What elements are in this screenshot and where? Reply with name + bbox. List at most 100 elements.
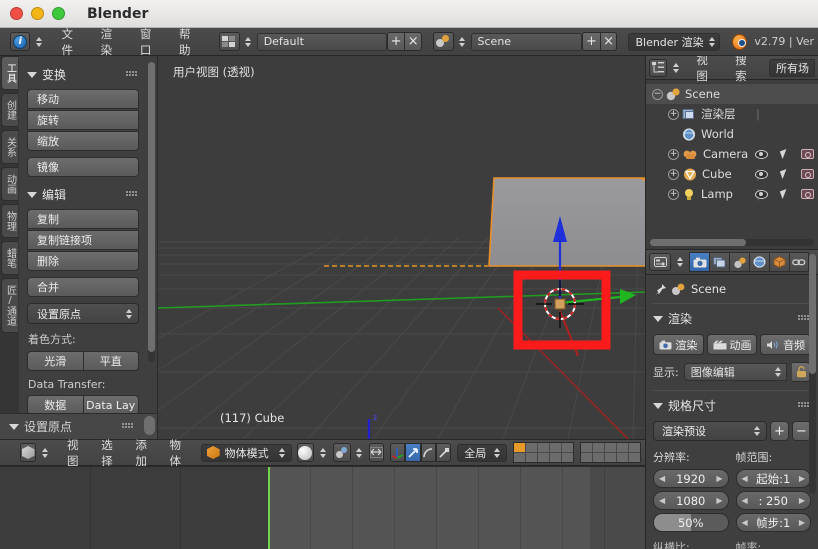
increment-arrow-icon[interactable]: ▶: [716, 474, 722, 483]
tool-button-delete[interactable]: 删除: [27, 251, 139, 271]
outliner-row-scene[interactable]: − Scene: [646, 84, 818, 104]
editor-type-spinner[interactable]: [33, 34, 44, 50]
viewport-menu-add[interactable]: 添加: [126, 437, 160, 469]
set-origin-dropdown[interactable]: 设置原点: [27, 303, 139, 324]
rotate-manipulator-button[interactable]: [420, 443, 436, 462]
properties-tab-object[interactable]: [769, 252, 789, 272]
tool-tab-tools[interactable]: 工具: [1, 56, 18, 90]
tool-button-duplicate-linked[interactable]: 复制链接项: [27, 230, 139, 250]
panel-header-edit[interactable]: 编辑: [27, 186, 139, 203]
render-engine-selector[interactable]: Blender 渲染: [628, 32, 721, 51]
screen-layout-spinner[interactable]: [243, 34, 254, 50]
display-mode-dropdown[interactable]: 图像编辑: [683, 363, 787, 381]
scene-selector[interactable]: [433, 32, 454, 51]
window-maximize-button[interactable]: [52, 7, 65, 20]
outliner-row-render-layers[interactable]: + 渲染层 |: [646, 104, 818, 124]
resolution-y-field[interactable]: ◀ 1080 ▶: [653, 491, 729, 510]
decrement-arrow-icon[interactable]: ◀: [742, 518, 748, 527]
shade-flat-button[interactable]: 平直: [83, 351, 139, 371]
expand-icon[interactable]: +: [668, 188, 679, 200]
screen-layout-value[interactable]: Default: [256, 32, 387, 51]
interaction-mode-selector[interactable]: 物体模式: [200, 443, 292, 462]
scene-value[interactable]: Scene: [470, 32, 583, 51]
tool-button-mirror[interactable]: 镜像: [27, 157, 139, 177]
menu-window[interactable]: 窗口: [131, 26, 170, 58]
properties-tab-constraints[interactable]: [789, 252, 809, 272]
manipulator-toggle-button[interactable]: [389, 443, 406, 462]
outliner-editor-spinner[interactable]: [670, 60, 681, 76]
menu-help[interactable]: 帮助: [170, 26, 209, 58]
tool-button-scale[interactable]: 缩放: [27, 131, 139, 151]
menu-file[interactable]: 文件: [52, 26, 91, 58]
tool-tab-create[interactable]: 创建: [1, 93, 18, 127]
camera-render-icon[interactable]: [801, 189, 814, 199]
screen-layout-selector[interactable]: [219, 32, 240, 51]
properties-tab-world[interactable]: [749, 252, 769, 272]
tool-shelf-scrollbar[interactable]: [148, 62, 155, 362]
transform-orientation-selector[interactable]: 全局: [457, 443, 507, 462]
window-minimize-button[interactable]: [31, 7, 44, 20]
cursor-select-icon[interactable]: [779, 169, 790, 179]
scale-manipulator-button[interactable]: [435, 443, 452, 462]
expand-icon[interactable]: +: [668, 168, 679, 180]
pivot-point-spinner[interactable]: [354, 445, 365, 461]
viewport-shading-selector[interactable]: [296, 443, 315, 462]
tool-tab-animation[interactable]: 动画: [1, 167, 18, 201]
render-preset-dropdown[interactable]: 渲染预设: [653, 421, 767, 441]
resolution-percent-slider[interactable]: 50%: [653, 513, 729, 532]
tool-button-move[interactable]: 移动: [27, 89, 139, 109]
scene-layers-grid-2[interactable]: [579, 442, 641, 463]
collapse-icon[interactable]: −: [652, 88, 663, 100]
tool-button-join[interactable]: 合并: [27, 277, 139, 297]
3d-viewport[interactable]: z y 用户视图 (透视) (117) Cube: [158, 56, 645, 439]
viewport-shading-spinner[interactable]: [317, 445, 328, 461]
increment-arrow-icon[interactable]: ▶: [799, 518, 805, 527]
increment-arrow-icon[interactable]: ▶: [799, 496, 805, 505]
data-transfer-data-button[interactable]: 数据: [27, 395, 84, 415]
panel-header-transform[interactable]: 变换: [27, 66, 139, 83]
cursor-select-icon[interactable]: [779, 149, 790, 159]
resolution-x-field[interactable]: ◀ 1920 ▶: [653, 469, 729, 488]
decrement-arrow-icon[interactable]: ◀: [659, 474, 665, 483]
snap-toggle-button[interactable]: [368, 443, 384, 462]
decrement-arrow-icon[interactable]: ◀: [659, 496, 665, 505]
menu-render[interactable]: 渲染: [92, 26, 131, 58]
scene-remove-button[interactable]: ×: [599, 32, 618, 51]
frame-step-field[interactable]: ◀ 帧步:1 ▶: [735, 513, 811, 532]
timeline-editor[interactable]: [0, 466, 645, 549]
eye-icon[interactable]: [755, 189, 768, 199]
outliner-display-mode[interactable]: 所有场: [769, 58, 815, 77]
outliner-row-world[interactable]: World: [646, 124, 818, 144]
expand-icon[interactable]: +: [668, 148, 679, 160]
render-animation-button[interactable]: 动画: [706, 334, 758, 355]
tool-tab-gpencil[interactable]: 蜡笔: [1, 241, 18, 275]
shade-smooth-button[interactable]: 光滑: [27, 351, 84, 371]
tool-tab-channels[interactable]: 匠/通道: [1, 278, 18, 333]
render-image-button[interactable]: 渲染: [653, 334, 704, 355]
render-audio-button[interactable]: 音频: [760, 334, 812, 355]
timeline-playhead[interactable]: [268, 467, 270, 549]
tool-tab-physics[interactable]: 物理: [1, 204, 18, 238]
properties-editor-spinner[interactable]: [674, 254, 685, 270]
data-transfer-layout-button[interactable]: Data Lay: [83, 395, 139, 415]
editor-type-selector-properties[interactable]: [649, 253, 671, 271]
viewport-menu-object[interactable]: 物体: [161, 437, 195, 469]
editor-type-selector-3dview[interactable]: [20, 443, 37, 462]
camera-render-icon[interactable]: [801, 149, 814, 159]
render-preset-add-button[interactable]: +: [770, 421, 789, 441]
eye-icon[interactable]: [755, 169, 768, 179]
properties-tab-render-layers[interactable]: [709, 252, 729, 272]
expand-icon[interactable]: +: [668, 108, 679, 120]
viewport-menu-select[interactable]: 选择: [92, 437, 126, 469]
properties-tab-render[interactable]: [689, 252, 709, 272]
panel-header-render[interactable]: 渲染: [653, 310, 811, 327]
camera-render-icon[interactable]: [801, 169, 814, 179]
scene-add-button[interactable]: +: [582, 32, 600, 51]
frame-start-field[interactable]: ◀ 起始:1 ▶: [735, 469, 811, 488]
panel-header-dimensions[interactable]: 规格尺寸: [653, 397, 811, 414]
translate-manipulator-button[interactable]: [405, 443, 421, 462]
eye-icon[interactable]: [755, 149, 768, 159]
properties-scrollbar[interactable]: [809, 254, 816, 494]
outliner-row-cube[interactable]: + Cube |: [646, 164, 818, 184]
outliner-row-lamp[interactable]: + Lamp |: [646, 184, 818, 204]
